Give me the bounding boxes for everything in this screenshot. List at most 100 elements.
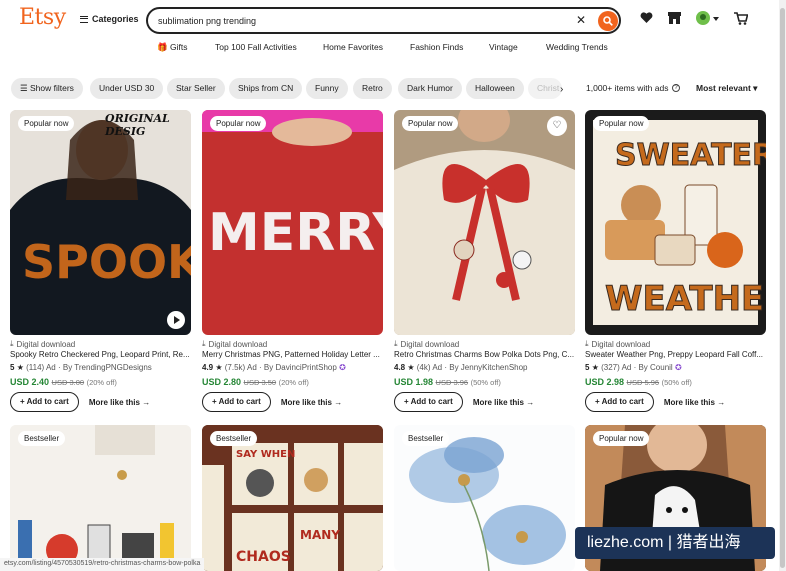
digital-download: ⤓ Digital download xyxy=(585,339,651,349)
listing-card[interactable]: SWEATER WEATHER Popular now ⤓Digital dow… xyxy=(585,110,766,412)
scrollbar[interactable] xyxy=(779,0,786,571)
add-to-cart-button[interactable]: + Add to cart xyxy=(202,392,271,412)
nav-vintage[interactable]: Vintage xyxy=(489,42,518,52)
listing-photo xyxy=(394,425,575,571)
image-caption: ORIGINAL DESIG xyxy=(105,112,170,138)
bestseller-badge: Bestseller xyxy=(402,431,450,446)
listing-photo xyxy=(394,110,575,335)
listing-card[interactable]: SAY WHEN CHAOS MANY Bestseller xyxy=(202,425,383,571)
listing-price: USD 2.80 USD 3.50 (20% off) xyxy=(202,377,309,387)
show-filters-button[interactable]: ☰ Show filters xyxy=(11,78,83,99)
svg-text:WEATHER: WEATHER xyxy=(605,279,766,319)
chevron-down-icon xyxy=(713,17,719,21)
popular-badge: Popular now xyxy=(593,431,650,446)
favorite-heart-icon[interactable]: ♡ xyxy=(547,116,567,136)
listing-title[interactable]: Sweater Weather Png, Preppy Leopard Fall… xyxy=(585,350,766,359)
results-count: 1,000+ items with ads xyxy=(586,83,669,93)
header: Etsy Categories ✕ xyxy=(0,0,786,40)
chevron-right-icon[interactable]: › xyxy=(560,84,563,95)
listing-card[interactable]: MERRY Popular now ⤓Digital download Merr… xyxy=(202,110,383,412)
filter-icon: ☰ xyxy=(20,83,28,93)
svg-text:MERRY: MERRY xyxy=(208,203,383,263)
cart-icon[interactable] xyxy=(734,12,748,25)
bestseller-badge: Bestseller xyxy=(18,431,66,446)
listing-image[interactable]: SPOOKY ORIGINAL DESIG Popular now xyxy=(10,110,191,335)
more-like-this-link[interactable]: More like this → xyxy=(89,398,150,407)
clear-search-icon[interactable]: ✕ xyxy=(576,13,586,27)
popular-badge: Popular now xyxy=(402,116,459,131)
download-icon: ⤓ xyxy=(202,339,206,348)
download-icon: ⤓ xyxy=(394,339,398,348)
download-icon: ⤓ xyxy=(585,339,589,348)
svg-text:SPOOKY: SPOOKY xyxy=(22,235,191,289)
listing-image[interactable]: MERRY Popular now xyxy=(202,110,383,335)
listing-photo: SWEATER WEATHER xyxy=(585,110,766,335)
listing-photo: SPOOKY xyxy=(10,110,191,335)
sort-dropdown[interactable]: Most relevant ▾ xyxy=(696,83,757,94)
etsy-logo[interactable]: Etsy xyxy=(19,5,66,30)
categories-button[interactable]: Categories xyxy=(80,14,139,24)
nav-home-favorites[interactable]: Home Favorites xyxy=(323,42,383,52)
search-input[interactable] xyxy=(158,13,558,29)
nav-gifts[interactable]: 🎁 Gifts xyxy=(157,42,187,53)
nav-fashion-finds[interactable]: Fashion Finds xyxy=(410,42,463,52)
digital-download: ⤓ Digital download xyxy=(10,339,76,349)
more-like-this-link[interactable]: More like this → xyxy=(473,398,534,407)
popular-badge: Popular now xyxy=(210,116,267,131)
nav-top-100-fall[interactable]: Top 100 Fall Activities xyxy=(215,42,297,52)
star-seller-icon: ✪ xyxy=(674,363,682,372)
filter-chip-ships-cn[interactable]: Ships from CN xyxy=(229,78,303,99)
star-seller-icon: ✪ xyxy=(339,363,346,372)
shop-icon[interactable] xyxy=(668,12,681,24)
popular-badge: Popular now xyxy=(18,116,75,131)
more-like-this-link[interactable]: More like this → xyxy=(664,398,725,407)
listing-photo: MERRY xyxy=(202,110,383,335)
listing-card[interactable]: Bestseller xyxy=(10,425,191,571)
download-icon: ⤓ xyxy=(10,339,14,348)
listing-title[interactable]: Retro Christmas Charms Bow Polka Dots Pn… xyxy=(394,350,575,359)
filter-chip-funny[interactable]: Funny xyxy=(306,78,348,99)
gift-icon: 🎁 xyxy=(157,42,168,52)
listing-price: USD 2.40 USD 3.00 (20% off) xyxy=(10,377,117,387)
listing-card[interactable]: Popular now ♡ ⤓ Digital download Retro Ch… xyxy=(394,110,575,412)
watermark: liezhe.com | 猎者出海 xyxy=(575,527,775,559)
listing-rating: 5 ★ (114) Ad · By TrendingPNGDesigns xyxy=(10,363,152,372)
star-icon: ★ xyxy=(591,363,599,372)
listing-price: USD 2.98 USD 5.96 (50% off) xyxy=(585,377,692,387)
listing-photo xyxy=(10,425,191,571)
status-bar-url: etsy.com/listing/4570530519/retro-christ… xyxy=(0,558,205,571)
star-icon: ★ xyxy=(407,363,415,372)
svg-text:SAY WHEN: SAY WHEN xyxy=(236,449,295,460)
scrollbar-thumb[interactable] xyxy=(780,8,785,568)
listing-card[interactable]: SPOOKY ORIGINAL DESIG Popular now ⤓Digit… xyxy=(10,110,191,412)
listing-rating: 4.8 ★ (4k) Ad · By JennyKitchenShop xyxy=(394,363,528,372)
filter-chip-retro[interactable]: Retro xyxy=(353,78,392,99)
listing-image[interactable]: Popular now ♡ xyxy=(394,110,575,335)
avatar-icon[interactable] xyxy=(696,11,710,25)
digital-download: ⤓ Digital download xyxy=(394,339,460,349)
info-icon[interactable]: ? xyxy=(672,84,680,92)
listing-price: USD 1.98 USD 3.96 (50% off) xyxy=(394,377,501,387)
categories-label: Categories xyxy=(92,14,139,24)
add-to-cart-button[interactable]: + Add to cart xyxy=(10,392,79,412)
svg-text:SWEATER: SWEATER xyxy=(615,138,766,173)
listing-card[interactable]: Bestseller xyxy=(394,425,575,571)
nav-wedding-trends[interactable]: Wedding Trends xyxy=(546,42,608,52)
search-button[interactable] xyxy=(598,11,618,31)
listing-title[interactable]: Spooky Retro Checkered Png, Leopard Prin… xyxy=(10,350,191,359)
more-like-this-link[interactable]: More like this → xyxy=(281,398,342,407)
listing-image[interactable]: SWEATER WEATHER Popular now xyxy=(585,110,766,335)
favorites-heart-icon[interactable] xyxy=(640,12,653,24)
listing-rating: 5 ★ (327) Ad · By Counil ✪ xyxy=(585,363,682,372)
add-to-cart-button[interactable]: + Add to cart xyxy=(585,392,654,412)
filter-chip-under-30[interactable]: Under USD 30 xyxy=(90,78,164,99)
filter-chip-halloween[interactable]: Halloween xyxy=(466,78,524,99)
search-bar: ✕ xyxy=(146,7,621,34)
play-video-icon[interactable] xyxy=(167,311,185,329)
svg-text:MANY: MANY xyxy=(300,528,340,542)
filter-chip-star-seller[interactable]: Star Seller xyxy=(167,78,225,99)
filter-chip-christmas[interactable]: Christ xyxy=(528,78,562,99)
listing-title[interactable]: Merry Christmas PNG, Patterned Holiday L… xyxy=(202,350,383,359)
add-to-cart-button[interactable]: + Add to cart xyxy=(394,392,463,412)
filter-chip-dark-humor[interactable]: Dark Humor xyxy=(398,78,462,99)
